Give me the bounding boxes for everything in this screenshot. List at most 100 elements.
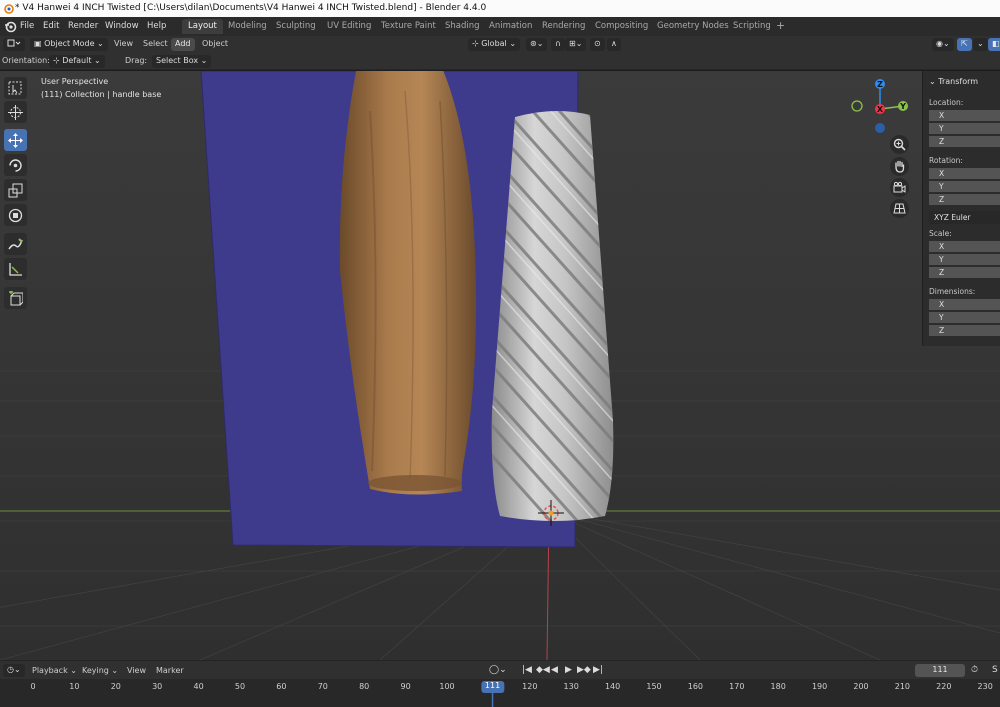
- window-title-bar: * V4 Hanwei 4 INCH Twisted [C:\Users\dil…: [0, 0, 1000, 17]
- zoom-magnifier-icon: [893, 138, 906, 151]
- proportional-edit-toggle[interactable]: ⊙: [590, 38, 605, 51]
- menu-view[interactable]: View: [114, 39, 133, 48]
- scale-tool[interactable]: [4, 179, 27, 201]
- mode-dropdown[interactable]: ▣ Object Mode ⌄: [30, 38, 108, 51]
- add-cube-tool[interactable]: [4, 287, 27, 309]
- menu-timeline-view[interactable]: View: [127, 666, 146, 675]
- measure-tool[interactable]: [4, 258, 27, 280]
- dimensions-y-field[interactable]: Y: [929, 312, 1000, 324]
- gizmo-toggle[interactable]: ⇱: [957, 38, 972, 51]
- rotation-y-field[interactable]: Y: [929, 181, 1000, 193]
- annotate-icon: [8, 238, 23, 250]
- gizmo-z-label: Z: [877, 80, 883, 89]
- cursor-icon: [8, 105, 23, 120]
- gizmo-z-negative[interactable]: [875, 123, 885, 133]
- tab-compositing[interactable]: Compositing: [589, 19, 654, 34]
- navigation-gizmo[interactable]: Z Y X: [848, 77, 914, 143]
- menu-playback[interactable]: Playback ⌄: [32, 666, 77, 675]
- stopwatch-icon: ⏱: [971, 665, 979, 675]
- tab-rendering[interactable]: Rendering: [536, 19, 591, 34]
- menu-window[interactable]: Window: [105, 21, 139, 31]
- proportional-falloff-button[interactable]: ∧: [607, 38, 621, 51]
- menu-add[interactable]: Add: [171, 38, 195, 51]
- rotation-mode-dropdown[interactable]: XYZ Euler: [929, 211, 1000, 224]
- select-box-tool[interactable]: [4, 77, 27, 99]
- orientation-label: Global: [481, 39, 507, 48]
- snap-target-button[interactable]: ⊞⌄: [565, 38, 587, 51]
- camera-view-button[interactable]: [890, 178, 909, 197]
- zoom-button[interactable]: [890, 135, 909, 154]
- jump-end-button[interactable]: ▶|: [593, 665, 603, 675]
- overlay-toggle[interactable]: ◧: [988, 38, 1000, 51]
- menu-keying[interactable]: Keying ⌄: [82, 666, 118, 675]
- gizmo-y-negative[interactable]: [851, 100, 863, 112]
- menu-render[interactable]: Render: [68, 21, 98, 31]
- play-reverse-button[interactable]: ◀: [551, 665, 558, 675]
- move-tool[interactable]: [4, 129, 27, 151]
- pivot-point-button[interactable]: ⊛⌄: [526, 38, 548, 51]
- perspective-toggle-button[interactable]: [890, 199, 909, 218]
- scene-render[interactable]: [0, 71, 1000, 660]
- dimensions-x-field[interactable]: X: [929, 299, 1000, 311]
- transform-tool[interactable]: [4, 204, 27, 226]
- timeline-editor-type-button[interactable]: ◷⌄: [3, 664, 25, 677]
- drag-dropdown[interactable]: Select Box ⌄: [152, 55, 212, 68]
- menu-help[interactable]: Help: [147, 21, 166, 31]
- location-y-field[interactable]: Y: [929, 123, 1000, 135]
- transform-orientation-dropdown[interactable]: ⊹ Global ⌄: [468, 38, 521, 51]
- tab-modeling[interactable]: Modeling: [222, 19, 273, 34]
- rotation-x-field[interactable]: X: [929, 168, 1000, 180]
- scale-z-field[interactable]: Z: [929, 267, 1000, 279]
- pan-button[interactable]: [890, 157, 909, 176]
- timeline-frames[interactable]: 0 10 20 30 40 50 60 70 80 90 100 111 120 130 140 150 160…: [0, 679, 1000, 707]
- prev-keyframe-button[interactable]: ◆◀: [536, 665, 550, 675]
- current-frame-field[interactable]: 111: [915, 664, 965, 677]
- chevron-down-icon: ⌄: [506, 39, 517, 48]
- tab-animation[interactable]: Animation: [483, 19, 538, 34]
- cursor-tool[interactable]: [4, 101, 27, 123]
- dimensions-z-field[interactable]: Z: [929, 325, 1000, 337]
- tab-sculpting[interactable]: Sculpting: [270, 19, 322, 34]
- location-z-field[interactable]: Z: [929, 136, 1000, 148]
- chevron-down-icon: ⌄: [198, 56, 208, 65]
- editor-type-button[interactable]: [3, 38, 25, 51]
- menu-object[interactable]: Object: [202, 39, 228, 48]
- tab-shading[interactable]: Shading: [439, 19, 486, 34]
- rotate-tool[interactable]: [4, 154, 27, 176]
- preview-range-toggle[interactable]: ⏱: [971, 665, 978, 675]
- menu-marker[interactable]: Marker: [156, 666, 184, 675]
- play-button[interactable]: ▶: [565, 665, 572, 675]
- tool-settings-header: Orientation: ⊹ Default ⌄ Drag: Select Bo…: [0, 53, 1000, 70]
- tab-scripting[interactable]: Scripting: [727, 19, 777, 34]
- blender-menu-icon[interactable]: [4, 20, 17, 33]
- menu-edit[interactable]: Edit: [43, 21, 59, 31]
- 3d-viewport[interactable]: User Perspective (111) Collection | hand…: [0, 71, 1000, 660]
- annotate-tool[interactable]: [4, 233, 27, 255]
- location-x-field[interactable]: X: [929, 110, 1000, 122]
- visibility-dropdown[interactable]: ◉⌄: [932, 38, 954, 51]
- dimensions-label: Dimensions:: [929, 287, 976, 296]
- auto-keying-toggle[interactable]: ◯⌄: [489, 665, 507, 675]
- gizmo-dropdown[interactable]: ⌄: [973, 38, 988, 51]
- tab-geometry-nodes[interactable]: Geometry Nodes: [651, 19, 735, 34]
- menu-file[interactable]: File: [20, 21, 34, 31]
- rotation-mode-value: XYZ Euler: [934, 213, 971, 222]
- orientation-dropdown[interactable]: ⊹ Default ⌄: [49, 55, 105, 68]
- camera-icon: [893, 181, 906, 193]
- sidebar-transform-panel: ⌄ Transform Location: X Y Z Rotation: X …: [922, 71, 1000, 346]
- menu-select[interactable]: Select: [143, 39, 168, 48]
- snap-toggle[interactable]: ∩: [551, 38, 565, 51]
- playhead[interactable]: [0, 679, 1000, 707]
- jump-start-button[interactable]: |◀: [522, 665, 532, 675]
- falloff-curve-icon: ∧: [611, 39, 617, 48]
- rotation-z-field[interactable]: Z: [929, 194, 1000, 206]
- tab-uv-editing[interactable]: UV Editing: [321, 19, 377, 34]
- transform-panel-header[interactable]: ⌄ Transform: [929, 77, 978, 86]
- scale-y-field[interactable]: Y: [929, 254, 1000, 266]
- transform-title: Transform: [938, 77, 979, 86]
- tab-layout[interactable]: Layout: [182, 19, 223, 34]
- add-workspace-button[interactable]: +: [776, 19, 785, 32]
- scale-x-field[interactable]: X: [929, 241, 1000, 253]
- next-keyframe-button[interactable]: ▶◆: [577, 665, 591, 675]
- tab-texture-paint[interactable]: Texture Paint: [375, 19, 442, 34]
